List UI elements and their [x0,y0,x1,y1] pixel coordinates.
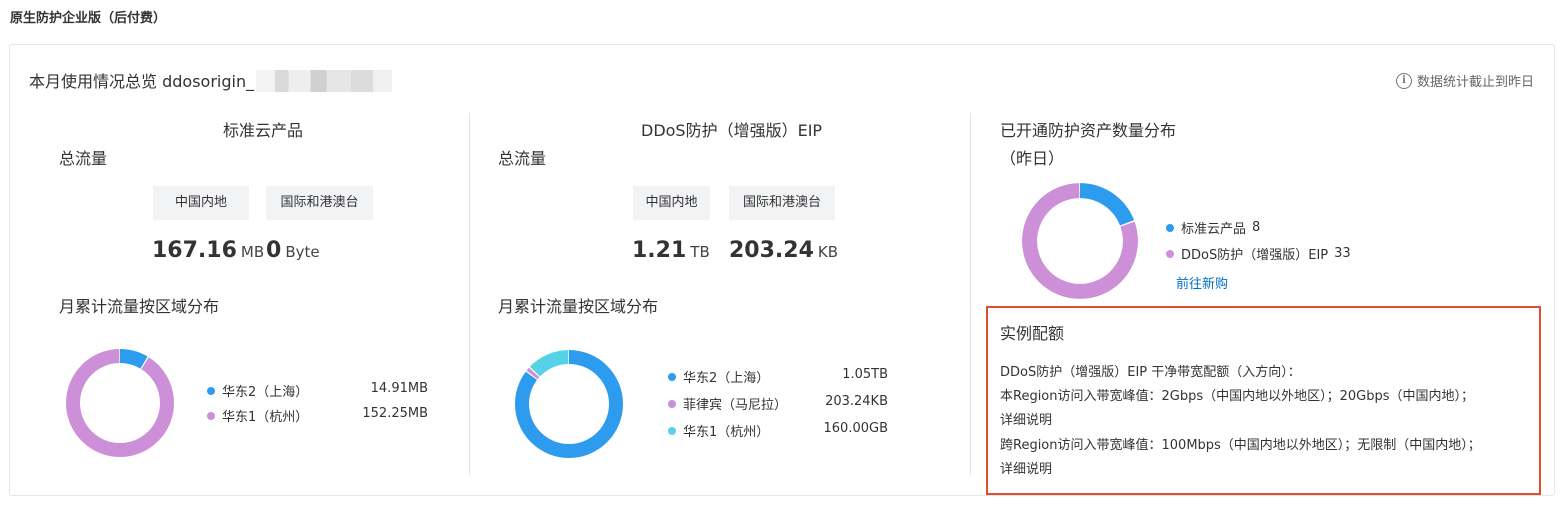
eip-traffic-international-value: 203.24 KB [729,238,838,263]
legend-value: 203.24KB [825,394,888,409]
col-standard-cloud-total-label: 总流量 [59,149,108,168]
legend-item-manila: 菲律宾（马尼拉） [668,394,787,413]
traffic-international-unit: Byte [285,243,320,261]
traffic-mainland-value: 167.16 MB [152,238,264,263]
col-ddos-eip-header: DDoS防护（增强版）EIP [641,121,823,140]
legend-item-ddos-eip: DDoS防护（增强版）EIP 33 [1166,244,1351,263]
col-ddos-eip-dist-title: 月累计流量按区域分布 [498,297,659,316]
eip-traffic-mainland-unit: TB [690,243,710,261]
eip-traffic-mainland-number: 1.21 [632,238,687,263]
legend-dot [207,411,215,420]
quota-detail-link-2[interactable]: 详细说明 [1000,458,1052,477]
tab-mainland[interactable]: 中国内地 [153,186,249,220]
stat-note: i 数据统计截止到昨日 [1395,71,1534,90]
legend-count: 33 [1334,246,1351,261]
legend-item-east1: 华东1（杭州） [207,406,308,425]
traffic-mainland-number: 167.16 [152,238,237,263]
column-divider [469,113,470,475]
legend-dot [1166,223,1174,232]
asset-distribution-title: 已开通防护资产数量分布 [1000,121,1177,140]
quota-detail-link-1[interactable]: 详细说明 [1000,409,1052,428]
traffic-international-number: 0 [266,238,282,263]
quota-cross-region-bandwidth: 跨Region访问入带宽峰值：100Mbps（中国内地以外地区）；无限制（中国内… [1000,438,1481,453]
stat-note-text: 数据统计截止到昨日 [1416,75,1534,90]
legend-value: 152.25MB [362,406,428,421]
tab-mainland[interactable]: 中国内地 [633,186,710,220]
eip-traffic-international-number: 203.24 [729,238,814,263]
legend-label: 华东1（杭州） [683,425,770,440]
col-standard-cloud-dist-title: 月累计流量按区域分布 [59,297,220,316]
eip-traffic-international-unit: KB [817,243,839,261]
tab-international[interactable]: 国际和港澳台 [266,186,373,220]
legend-dot [668,372,676,381]
asset-distribution-donut [1022,183,1138,299]
quota-title: 实例配额 [1000,324,1065,343]
legend-dot [668,426,676,435]
legend-value: 14.91MB [370,381,428,396]
legend-label: 菲律宾（马尼拉） [683,398,788,413]
page-title: 原生防护企业版（后付费） [10,11,167,26]
legend-label: 华东1（杭州） [222,410,309,425]
card-title: 本月使用情况总览 ddosorigin_ [29,68,393,92]
traffic-mainland-unit: MB [240,243,265,261]
legend-dot [668,399,676,408]
quota-same-region-bandwidth: 本Region访问入带宽峰值：2Gbps（中国内地以外地区）；20Gbps（中国… [1000,389,1475,404]
col-standard-cloud-header: 标准云产品 [222,121,303,140]
legend-item-east2: 华东2（上海） [207,381,308,400]
legend-value: 1.05TB [842,367,888,382]
legend-dot [207,386,215,395]
legend-label: 华东2（上海） [222,385,309,400]
usage-overview-card: 本月使用情况总览 ddosorigin_ i 数据统计截止到昨日 标准云产品 总… [9,44,1555,496]
asset-distribution-subtitle: （昨日） [1000,149,1065,168]
card-title-text: 本月使用情况总览 ddosorigin_ [29,72,255,91]
legend-label: 华东2（上海） [683,371,770,386]
instance-quota-panel: 实例配额 DDoS防护（增强版）EIP 干净带宽配额（入方向）： 本Region… [986,306,1541,495]
legend-item-east1: 华东1（杭州） [668,421,769,440]
column-divider [970,113,971,475]
region-distribution-donut-eip [515,350,623,458]
buy-new-link[interactable]: 前往新购 [1176,273,1228,292]
region-distribution-donut-standard [66,349,174,457]
donut-slice-1 [66,349,174,457]
traffic-international-value: 0 Byte [266,238,320,263]
eip-traffic-mainland-value: 1.21 TB [632,238,710,263]
info-icon: i [1395,72,1412,89]
legend-count: 8 [1252,220,1261,235]
legend-item-standard-cloud: 标准云产品 8 [1166,218,1260,237]
masked-instance-id [256,70,393,92]
legend-value: 160.00GB [823,421,888,436]
legend-dot [1166,249,1174,258]
legend-label: 标准云产品 [1181,222,1247,237]
quota-eip-bandwidth-label: DDoS防护（增强版）EIP 干净带宽配额（入方向）： [1000,365,1301,380]
tab-international[interactable]: 国际和港澳台 [729,186,835,220]
legend-label: DDoS防护（增强版）EIP [1181,248,1329,263]
legend-item-east2: 华东2（上海） [668,367,769,386]
col-ddos-eip-total-label: 总流量 [498,149,547,168]
